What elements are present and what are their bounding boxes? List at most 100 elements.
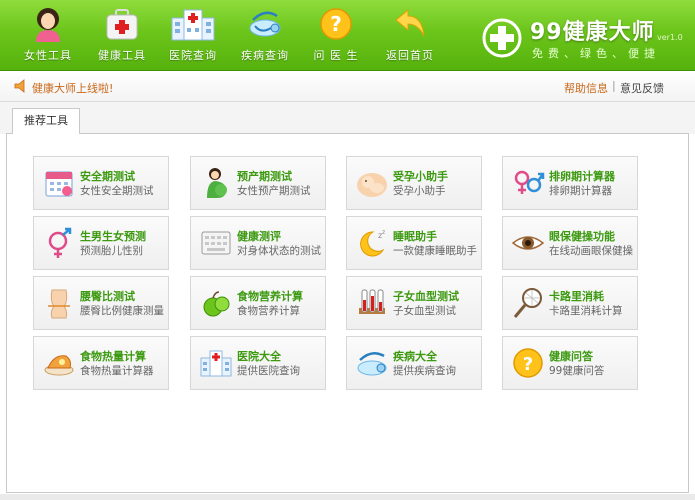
question-icon: ? xyxy=(318,6,354,42)
card-subtitle: 卡路里消耗计算 xyxy=(549,305,623,317)
svg-text:?: ? xyxy=(523,354,533,375)
card-title: 生男生女预测 xyxy=(80,230,146,243)
moon-icon: zz xyxy=(355,226,389,260)
hospital-small-icon xyxy=(199,346,233,380)
tab-recommended-tools[interactable]: 推荐工具 xyxy=(12,108,80,134)
card-subtitle: 对身体状态的测试 xyxy=(237,245,321,257)
calendar-icon xyxy=(42,166,76,200)
baby-icon xyxy=(355,166,389,200)
link-separator: | xyxy=(612,79,616,92)
medkit-icon xyxy=(104,6,140,42)
body-icon xyxy=(42,286,76,320)
card-subtitle: 99健康问答 xyxy=(549,365,605,377)
card-waist-hip-ratio[interactable]: 腰臀比测试 腰臀比例健康测量 xyxy=(33,276,169,330)
apple-icon xyxy=(199,286,233,320)
card-subtitle: 受孕小助手 xyxy=(393,185,446,197)
card-hospital-directory[interactable]: 医院大全 提供医院查询 xyxy=(190,336,326,390)
card-disease-directory[interactable]: 疾病大全 提供疾病查询 xyxy=(346,336,482,390)
card-title: 受孕小助手 xyxy=(393,170,448,183)
card-title: 腰臀比测试 xyxy=(80,290,135,303)
brand-logo: 99健康大师 ver1.0 免费、绿色、便捷 xyxy=(482,10,692,65)
card-food-nutrition[interactable]: 食物营养计算 食物营养计算 xyxy=(190,276,326,330)
gender-symbols-icon xyxy=(511,166,545,200)
test-tubes-icon xyxy=(355,286,389,320)
card-subtitle: 腰臀比例健康测量 xyxy=(80,305,164,317)
food-icon xyxy=(42,346,76,380)
stethoscope-small-icon xyxy=(355,346,389,380)
card-subtitle: 在线动画眼保健操 xyxy=(549,245,633,257)
card-subtitle: 排卵期计算器 xyxy=(549,185,612,197)
svg-text:?: ? xyxy=(330,12,342,36)
card-subtitle: 女性预产期测试 xyxy=(237,185,311,197)
card-subtitle: 提供医院查询 xyxy=(237,365,300,377)
card-title: 食物热量计算 xyxy=(80,350,146,363)
brand-version: ver1.0 xyxy=(657,33,683,42)
card-title: 疾病大全 xyxy=(393,350,437,363)
brand-slogan: 免费、绿色、便捷 xyxy=(532,47,660,60)
gender-predict-icon xyxy=(42,226,76,260)
card-eye-exercise[interactable]: 眼保健操功能 在线动画眼保健操 xyxy=(502,216,638,270)
card-due-date[interactable]: 预产期测试 女性预产期测试 xyxy=(190,156,326,210)
card-blood-type-test[interactable]: 子女血型测试 子女血型测试 xyxy=(346,276,482,330)
tool-disease[interactable]: 疾病查询 xyxy=(230,4,300,66)
tool-label: 女性工具 xyxy=(24,49,72,62)
card-title: 卡路里消耗 xyxy=(549,290,604,303)
card-health-assessment[interactable]: 健康测评 对身体状态的测试 xyxy=(190,216,326,270)
tab-strip xyxy=(0,102,695,134)
tool-label: 疾病查询 xyxy=(241,49,289,62)
tool-label: 问 医 生 xyxy=(313,49,359,62)
card-ovulation-calculator[interactable]: 排卵期计算器 排卵期计算器 xyxy=(502,156,638,210)
card-subtitle: 提供疾病查询 xyxy=(393,365,456,377)
card-calorie-burn[interactable]: 卡路里消耗 卡路里消耗计算 xyxy=(502,276,638,330)
card-title: 睡眠助手 xyxy=(393,230,437,243)
card-gender-prediction[interactable]: 生男生女预测 预测胎儿性别 xyxy=(33,216,169,270)
feedback-link[interactable]: 意见反馈 xyxy=(620,80,664,96)
card-title: 预产期测试 xyxy=(237,170,292,183)
tool-label: 返回首页 xyxy=(386,49,434,62)
card-subtitle: 食物营养计算 xyxy=(237,305,300,317)
card-subtitle: 女性安全期测试 xyxy=(80,185,154,197)
card-title: 子女血型测试 xyxy=(393,290,459,303)
tool-ask-doctor[interactable]: ? 问 医 生 xyxy=(301,4,371,66)
card-food-calorie[interactable]: 食物热量计算 食物热量计算器 xyxy=(33,336,169,390)
card-conception-helper[interactable]: 受孕小助手 受孕小助手 xyxy=(346,156,482,210)
card-title: 眼保健操功能 xyxy=(549,230,615,243)
top-toolbar: 女性工具 健康工具 医院查询 疾病查询 ? 问 医 生 返回首页 99健康大师 … xyxy=(0,0,695,71)
card-sleep-helper[interactable]: zz 睡眠助手 一款健康睡眠助手 xyxy=(346,216,482,270)
status-bar xyxy=(0,494,695,500)
tool-women[interactable]: 女性工具 xyxy=(13,4,83,66)
card-health-qa[interactable]: ? 健康问答 99健康问答 xyxy=(502,336,638,390)
keyboard-icon xyxy=(199,226,233,260)
notice-message: 健康大师上线啦! xyxy=(32,82,114,95)
megaphone-icon xyxy=(14,79,28,93)
card-subtitle: 一款健康睡眠助手 xyxy=(393,245,477,257)
tool-label: 健康工具 xyxy=(98,49,146,62)
pregnant-woman-icon xyxy=(199,166,233,200)
home-arrow-icon xyxy=(392,6,428,42)
card-subtitle: 预测胎儿性别 xyxy=(80,245,143,257)
card-title: 排卵期计算器 xyxy=(549,170,615,183)
card-safe-period[interactable]: 安全期测试 女性安全期测试 xyxy=(33,156,169,210)
tool-home[interactable]: 返回首页 xyxy=(375,4,445,66)
eye-icon xyxy=(511,226,545,260)
stethoscope-icon xyxy=(247,6,283,42)
card-subtitle: 食物热量计算器 xyxy=(80,365,154,377)
racket-icon xyxy=(511,286,545,320)
card-title: 健康问答 xyxy=(549,350,593,363)
hospital-icon xyxy=(171,6,215,42)
tool-health[interactable]: 健康工具 xyxy=(87,4,157,66)
tool-label: 医院查询 xyxy=(169,49,217,62)
brand-title: 99健康大师 xyxy=(530,20,655,45)
question-small-icon: ? xyxy=(511,346,545,380)
card-title: 食物营养计算 xyxy=(237,290,303,303)
card-title: 健康测评 xyxy=(237,230,281,243)
card-subtitle: 子女血型测试 xyxy=(393,305,456,317)
svg-text:z: z xyxy=(382,229,385,236)
card-title: 安全期测试 xyxy=(80,170,135,183)
logo-cross-icon xyxy=(482,18,522,58)
notice-bar: 健康大师上线啦! 帮助信息 | 意见反馈 xyxy=(0,71,695,102)
tools-panel: 安全期测试 女性安全期测试 预产期测试 女性预产期测试 受孕小助手 受孕小助手 … xyxy=(6,133,689,493)
help-link[interactable]: 帮助信息 xyxy=(564,80,608,96)
tool-hospital[interactable]: 医院查询 xyxy=(158,4,228,66)
woman-icon xyxy=(30,6,66,42)
